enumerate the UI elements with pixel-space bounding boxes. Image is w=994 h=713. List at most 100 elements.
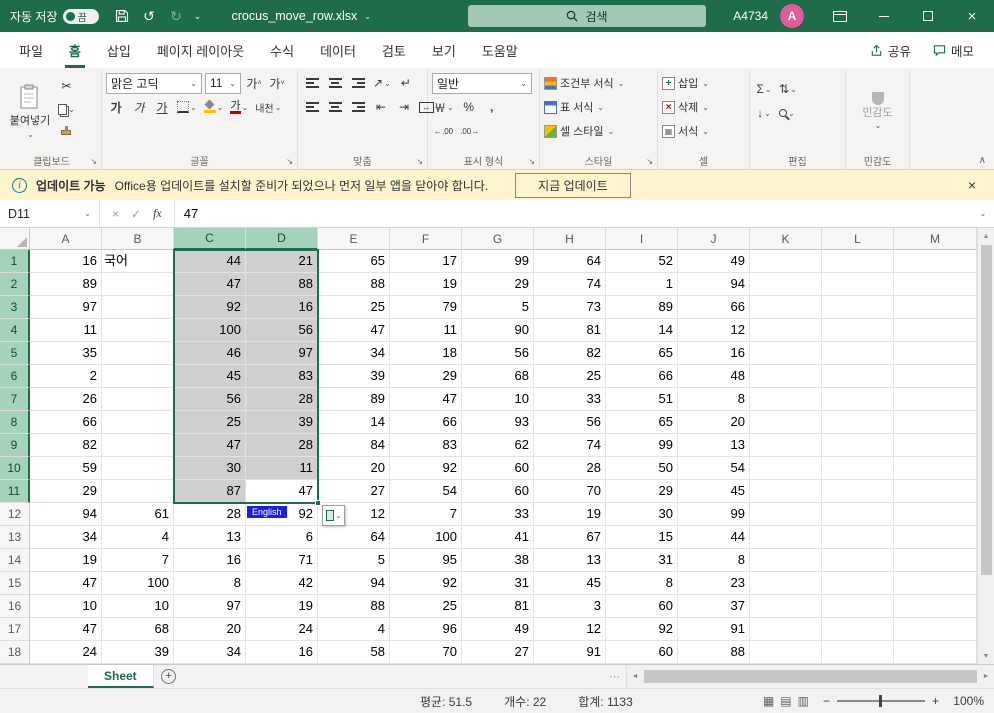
styles-dialog-launcher[interactable]: ↘	[646, 157, 653, 166]
update-now-button[interactable]: 지금 업데이트	[515, 172, 631, 198]
view-page-break-button[interactable]: ▥	[798, 694, 809, 708]
scroll-up-icon[interactable]: ▲	[978, 228, 994, 244]
cell-H3[interactable]: 73	[534, 296, 606, 319]
tab-splitter[interactable]: ⋯	[603, 665, 626, 688]
cell-J7[interactable]: 8	[678, 388, 750, 411]
font-color-button[interactable]: 가 ⌄	[228, 97, 250, 117]
phonetic-button[interactable]: 내천 ⌄	[253, 97, 283, 117]
cell-E15[interactable]: 94	[318, 572, 390, 595]
column-header-D[interactable]: D	[246, 228, 318, 250]
expand-formula-bar-icon[interactable]: ⌄	[972, 200, 994, 227]
autosave-switch[interactable]: 끔	[62, 8, 99, 24]
cell-A3[interactable]: 97	[30, 296, 102, 319]
comma-style-button[interactable]: ,	[482, 97, 502, 117]
ribbon-display-options-button[interactable]	[818, 0, 862, 32]
autosave-toggle[interactable]: 자동 저장 끔	[10, 8, 99, 25]
cell-D8[interactable]: 39	[246, 411, 318, 434]
cell-K17[interactable]	[750, 618, 822, 641]
cell-E18[interactable]: 58	[318, 641, 390, 664]
view-page-layout-button[interactable]: ▤	[780, 694, 791, 708]
cell-D9[interactable]: 28	[246, 434, 318, 457]
cell-L2[interactable]	[822, 273, 894, 296]
cell-B13[interactable]: 4	[102, 526, 174, 549]
row-header-18[interactable]: 18	[0, 641, 30, 664]
cell-J4[interactable]: 12	[678, 319, 750, 342]
vertical-scroll-thumb[interactable]	[980, 245, 992, 575]
cell-C17[interactable]: 20	[174, 618, 246, 641]
cell-C3[interactable]: 92	[174, 296, 246, 319]
cell-G5[interactable]: 56	[462, 342, 534, 365]
cell-G18[interactable]: 27	[462, 641, 534, 664]
cell-K5[interactable]	[750, 342, 822, 365]
cell-J12[interactable]: 99	[678, 503, 750, 526]
cell-L15[interactable]	[822, 572, 894, 595]
zoom-level[interactable]: 100%	[946, 694, 984, 708]
column-header-J[interactable]: J	[678, 228, 750, 250]
collapse-ribbon-button[interactable]: ∧	[979, 155, 986, 166]
cell-M2[interactable]	[894, 273, 977, 296]
cell-J14[interactable]: 8	[678, 549, 750, 572]
insert-function-icon[interactable]: fx	[153, 206, 162, 221]
cancel-entry-icon[interactable]: ×	[112, 207, 119, 221]
document-title[interactable]: crocus_move_row.xlsx ⌄	[232, 9, 371, 23]
cell-M3[interactable]	[894, 296, 977, 319]
cell-M12[interactable]	[894, 503, 977, 526]
align-top-button[interactable]	[302, 73, 322, 93]
cell-I18[interactable]: 60	[606, 641, 678, 664]
cell-F7[interactable]: 47	[390, 388, 462, 411]
cell-B12[interactable]: 61	[102, 503, 174, 526]
cell-F9[interactable]: 83	[390, 434, 462, 457]
cell-A9[interactable]: 82	[30, 434, 102, 457]
increase-indent-button[interactable]: ⇥	[394, 97, 414, 117]
cell-F1[interactable]: 17	[390, 250, 462, 273]
fill-handle[interactable]	[315, 500, 321, 506]
cell-J15[interactable]: 23	[678, 572, 750, 595]
orientation-button[interactable]: ↗ ⌄	[371, 73, 393, 93]
cell-G8[interactable]: 93	[462, 411, 534, 434]
cell-H13[interactable]: 67	[534, 526, 606, 549]
cell-M15[interactable]	[894, 572, 977, 595]
cell-E4[interactable]: 47	[318, 319, 390, 342]
cell-H16[interactable]: 3	[534, 595, 606, 618]
cell-C18[interactable]: 34	[174, 641, 246, 664]
tab-view[interactable]: 보기	[419, 32, 469, 68]
cell-D5[interactable]: 97	[246, 342, 318, 365]
cell-E13[interactable]: 64	[318, 526, 390, 549]
cell-I7[interactable]: 51	[606, 388, 678, 411]
horizontal-scroll-thumb[interactable]	[644, 670, 977, 683]
row-header-12[interactable]: 12	[0, 503, 30, 526]
cell-D18[interactable]: 16	[246, 641, 318, 664]
cell-J5[interactable]: 16	[678, 342, 750, 365]
decrease-font-button[interactable]: 가 ˅	[267, 73, 287, 93]
new-sheet-button[interactable]: +	[154, 665, 184, 688]
save-button[interactable]	[109, 3, 136, 29]
cell-B18[interactable]: 39	[102, 641, 174, 664]
cell-F5[interactable]: 18	[390, 342, 462, 365]
select-all-corner[interactable]	[0, 228, 30, 250]
cell-J9[interactable]: 13	[678, 434, 750, 457]
cell-E1[interactable]: 65	[318, 250, 390, 273]
cell-D17[interactable]: 24	[246, 618, 318, 641]
cell-A6[interactable]: 2	[30, 365, 102, 388]
maximize-button[interactable]	[906, 0, 950, 32]
cell-C9[interactable]: 47	[174, 434, 246, 457]
cell-K1[interactable]	[750, 250, 822, 273]
cell-J16[interactable]: 37	[678, 595, 750, 618]
share-button[interactable]: 공유	[862, 37, 919, 64]
cell-E2[interactable]: 88	[318, 273, 390, 296]
font-dialog-launcher[interactable]: ↘	[286, 157, 293, 166]
cell-L6[interactable]	[822, 365, 894, 388]
row-header-3[interactable]: 3	[0, 296, 30, 319]
cell-I8[interactable]: 65	[606, 411, 678, 434]
cell-L16[interactable]	[822, 595, 894, 618]
tab-file[interactable]: 파일	[6, 32, 56, 68]
wrap-text-button[interactable]: ↵	[396, 73, 416, 93]
cell-K13[interactable]	[750, 526, 822, 549]
cell-H2[interactable]: 74	[534, 273, 606, 296]
cell-I11[interactable]: 29	[606, 480, 678, 503]
cell-I1[interactable]: 52	[606, 250, 678, 273]
cell-F3[interactable]: 79	[390, 296, 462, 319]
cell-H10[interactable]: 28	[534, 457, 606, 480]
minimize-button[interactable]	[862, 0, 906, 32]
cell-J10[interactable]: 54	[678, 457, 750, 480]
